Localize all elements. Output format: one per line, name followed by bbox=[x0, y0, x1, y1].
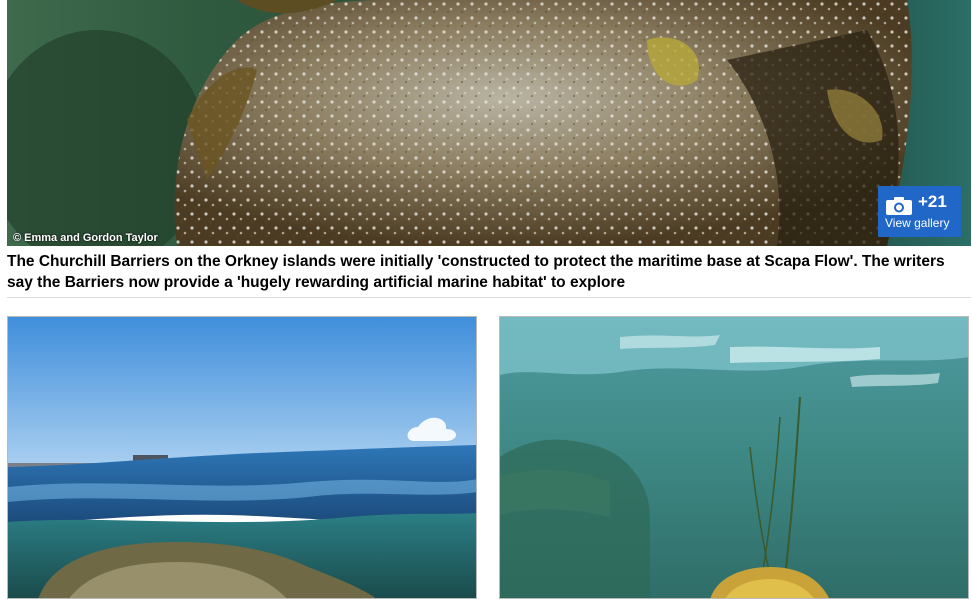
divider bbox=[7, 297, 971, 298]
hero-image[interactable]: © Emma and Gordon Taylor +21 View galler… bbox=[7, 0, 971, 246]
image-caption: The Churchill Barriers on the Orkney isl… bbox=[7, 253, 945, 291]
view-gallery-button[interactable]: +21 View gallery bbox=[878, 186, 961, 237]
gallery-count: +21 bbox=[918, 192, 947, 211]
camera-icon bbox=[885, 196, 913, 216]
hero-underwater-rock-photo bbox=[7, 0, 971, 246]
kelp-underwater-photo[interactable] bbox=[499, 316, 969, 599]
photo-credit: © Emma and Gordon Taylor bbox=[13, 232, 158, 244]
barrier-split-view-image bbox=[8, 317, 476, 598]
split-level-photo[interactable] bbox=[7, 316, 477, 599]
gallery-label: View gallery bbox=[885, 216, 950, 230]
kelp-stalk-image bbox=[500, 317, 968, 598]
